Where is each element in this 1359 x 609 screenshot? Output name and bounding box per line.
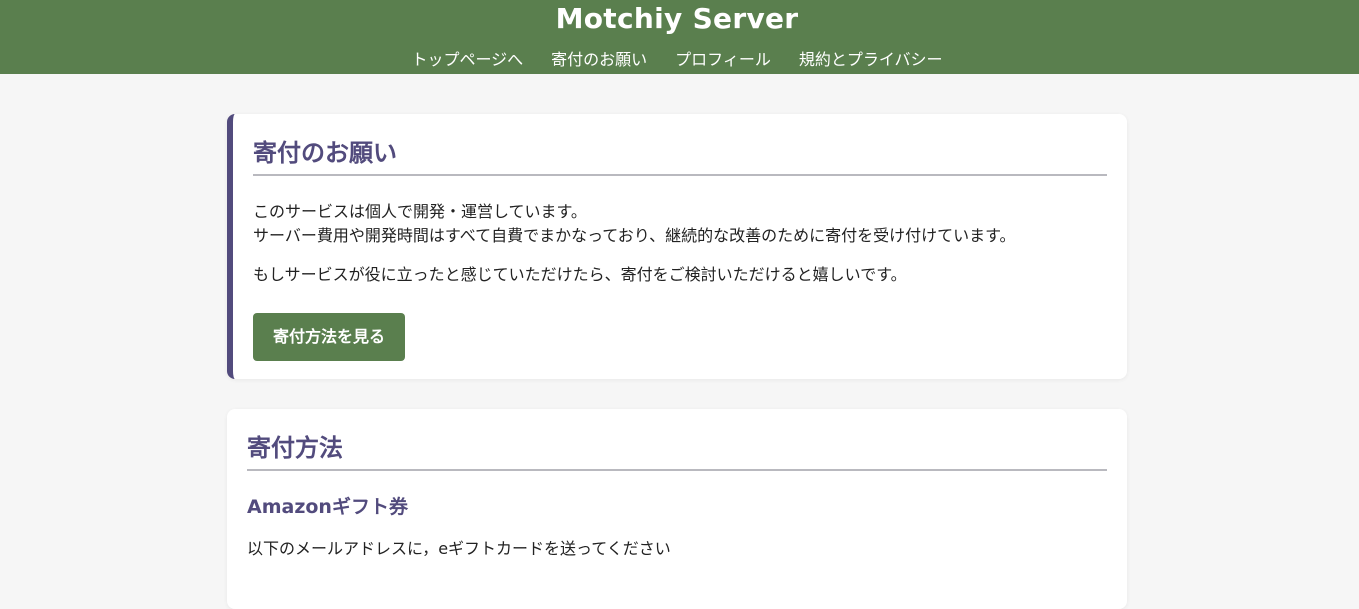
donation-request-line-2: サーバー費用や開発時間はすべて自費でまかなっており、継続的な改善のために寄付を受… xyxy=(253,226,1016,245)
donation-request-heading: 寄付のお願い xyxy=(253,136,1107,176)
nav-link-donation-request[interactable]: 寄付のお願い xyxy=(551,48,647,72)
main-nav: トップページへ 寄付のお願い プロフィール 規約とプライバシー xyxy=(0,48,1354,72)
donation-request-line-1: このサービスは個人で開発・運営しています。 xyxy=(253,202,587,221)
donation-methods-heading: 寄付方法 xyxy=(247,431,1107,471)
donation-request-card: 寄付のお願い このサービスは個人で開発・運営しています。 サーバー費用や開発時間… xyxy=(227,114,1127,379)
amazon-gift-description: 以下のメールアドレスに，eギフトカードを送ってください xyxy=(247,539,671,558)
donation-methods-card: 寄付方法 Amazonギフト券 以下のメールアドレスに，eギフトカードを送ってく… xyxy=(227,409,1127,609)
site-title: Motchiy Server xyxy=(555,2,799,35)
nav-link-terms-privacy[interactable]: 規約とプライバシー xyxy=(799,48,943,72)
site-header: Motchiy Server トップページへ 寄付のお願い プロフィール 規約と… xyxy=(0,0,1359,74)
view-donation-methods-button[interactable]: 寄付方法を見る xyxy=(253,313,406,361)
amazon-gift-heading: Amazonギフト券 xyxy=(247,496,408,518)
donation-request-line-3: もしサービスが役に立ったと感じていただけたら、寄付をご検討いただけると嬉しいです… xyxy=(253,265,907,284)
nav-link-top-page[interactable]: トップページへ xyxy=(411,48,523,72)
nav-link-profile[interactable]: プロフィール xyxy=(675,48,771,72)
donation-request-text: このサービスは個人で開発・運営しています。 サーバー費用や開発時間はすべて自費で… xyxy=(253,200,1107,248)
